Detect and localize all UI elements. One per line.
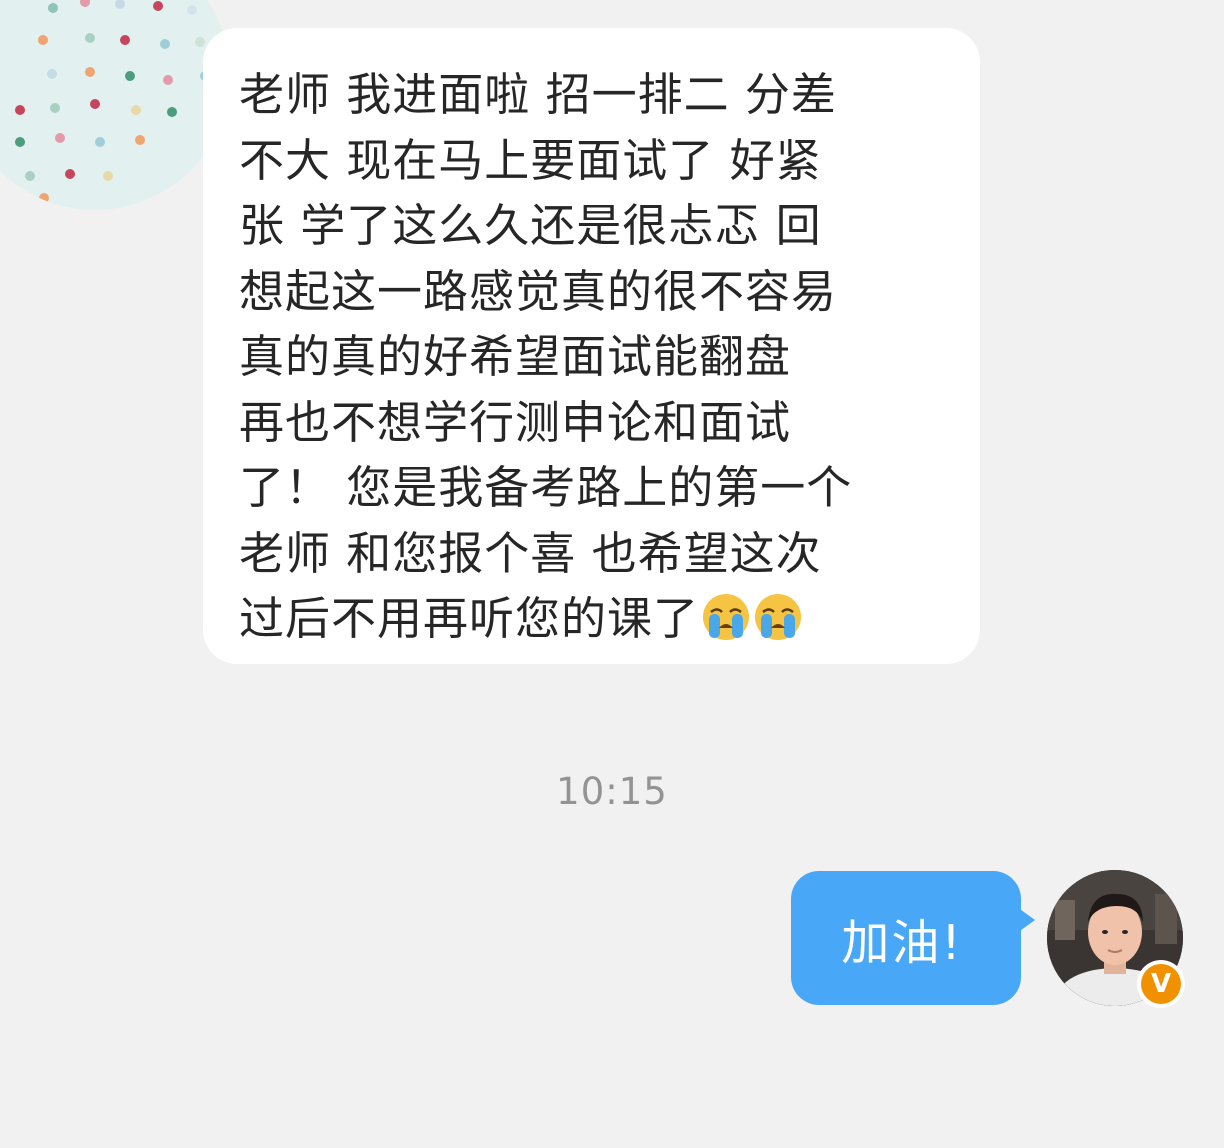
message-line: 了！ 您是我备考路上的第一个 — [239, 461, 853, 514]
message-line: 过后不用再听您的课了 — [239, 592, 700, 645]
outgoing-message-bubble[interactable]: 加油! — [791, 871, 1035, 1005]
sender-avatar[interactable] — [0, 0, 230, 210]
polka-dot-avatar-image — [0, 0, 230, 210]
chat-area: 老师 我进面啦 招一排二 分差 不大 现在马上要面试了 好紧 张 学了这么久还是… — [0, 0, 1224, 1148]
message-line: 真的真的好希望面试能翻盘 — [239, 330, 792, 383]
message-line: 想起这一路感觉真的很不容易 — [239, 264, 838, 318]
incoming-message-text: 老师 我进面啦 招一排二 分差 不大 现在马上要面试了 好紧 张 学了这么久还是… — [239, 62, 950, 652]
message-line: 老师 和您报个喜 也希望这次 — [239, 526, 822, 580]
outgoing-message-text: 加油! — [841, 915, 963, 971]
loudly-crying-face-icon — [701, 592, 751, 642]
bubble-tail — [1017, 907, 1035, 933]
message-line: 再也不想学行测申论和面试 — [239, 395, 792, 449]
incoming-message-bubble[interactable]: 老师 我进面啦 招一排二 分差 不大 现在马上要面试了 好紧 张 学了这么久还是… — [203, 28, 980, 664]
message-line: 不大 现在马上要面试了 好紧 — [239, 133, 822, 187]
message-timestamp: 10:15 — [556, 770, 668, 813]
verified-badge-icon: V — [1137, 960, 1185, 1008]
message-line: 老师 我进面啦 招一排二 分差 — [239, 68, 837, 121]
loudly-crying-face-icon — [753, 592, 803, 642]
message-line: 张 学了这么久还是很忐忑 回 — [239, 199, 822, 252]
verified-badge-symbol: V — [1141, 964, 1181, 1004]
